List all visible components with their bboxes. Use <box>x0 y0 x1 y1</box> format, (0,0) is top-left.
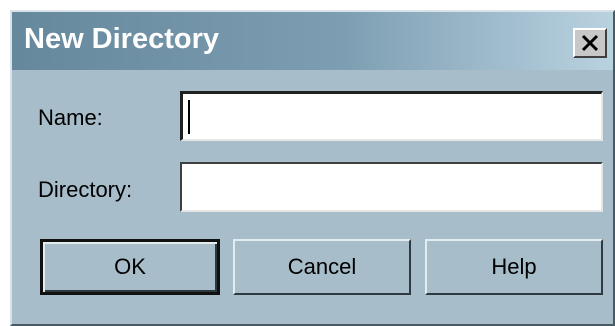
cancel-button[interactable]: Cancel <box>233 239 411 295</box>
close-button[interactable] <box>573 28 607 58</box>
close-icon <box>581 34 599 52</box>
directory-label: Directory: <box>38 177 133 202</box>
name-label: Name: <box>38 105 103 130</box>
name-input[interactable] <box>180 91 603 141</box>
directory-input[interactable] <box>180 162 603 212</box>
title-bar[interactable]: New Directory <box>12 12 613 70</box>
ok-button[interactable]: OK <box>40 239 220 295</box>
help-button[interactable]: Help <box>425 239 603 295</box>
text-caret <box>188 100 190 134</box>
dialog-title: New Directory <box>24 23 220 55</box>
new-directory-dialog: New Directory Name: Directory: OK Cancel… <box>10 10 615 326</box>
